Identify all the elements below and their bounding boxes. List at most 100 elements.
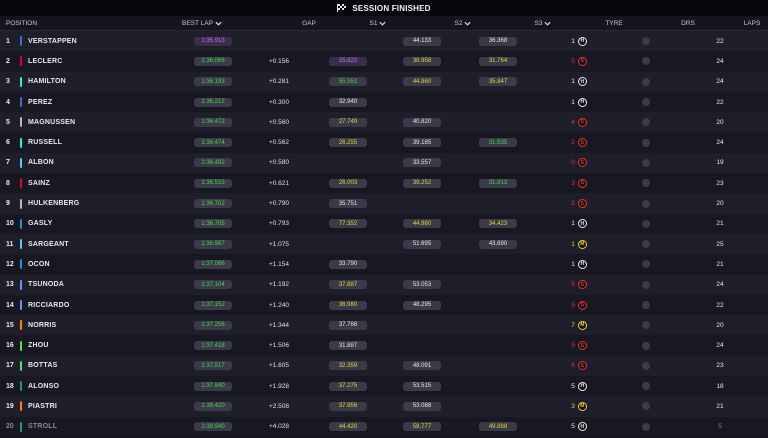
table-row[interactable]: 2 LECLERC 1:36.068 +0.156 25.822 38.958 31.764… xyxy=(0,51,768,72)
driver-name[interactable]: RUSSELL xyxy=(28,139,178,146)
driver-name[interactable]: ALBON xyxy=(28,159,178,166)
table-row[interactable]: 15 NORRIS 1:37.256 +1.344 37.768 7 M 20 xyxy=(0,315,768,336)
drs-indicator xyxy=(642,422,650,431)
header-position[interactable]: POSITION xyxy=(0,20,114,27)
driver-name[interactable]: BOTTAS xyxy=(28,362,178,369)
table-row[interactable]: 18 ALONSO 1:37.840 +1.928 37.275 53.515 5 H 18 xyxy=(0,376,768,397)
table-row[interactable]: 19 PIASTRI 1:38.420 +2.508 37.956 53.088 3 M 21 xyxy=(0,396,768,417)
sector-1-time: 26.003 xyxy=(329,178,367,188)
header-s2[interactable]: S2 xyxy=(428,20,498,27)
table-row[interactable]: 4 PEREZ 1:36.212 +0.300 32.940 1 H 22 xyxy=(0,91,768,113)
table-row[interactable]: 12 OCON 1:37.066 +1.154 33.790 1 H 21 xyxy=(0,254,768,275)
best-lap-time-cell: 1:37.256 xyxy=(178,320,248,330)
sector-1-time-cell xyxy=(310,161,386,164)
tyre-compound-icon: H xyxy=(577,36,587,46)
driver-name[interactable]: VERSTAPPEN xyxy=(28,38,178,45)
sector-2-time-cell: 48.295 xyxy=(386,300,458,310)
tyre-stint-count: 4 xyxy=(571,118,575,126)
driver-name[interactable]: ALONSO xyxy=(28,383,178,390)
table-row[interactable]: 9 HULKENBERG 1:36.702 +0.790 35.751 2 S 20 xyxy=(0,193,768,214)
header-s3[interactable]: S3 xyxy=(498,20,588,27)
best-lap-time: 1:36.212 xyxy=(194,97,232,107)
best-lap-time-cell: 1:36.533 xyxy=(178,178,248,188)
table-row[interactable]: 8 SAINZ 1:36.533 +0.621 26.003 39.252 31.813 3 S… xyxy=(0,173,768,194)
header-best-lap[interactable]: BEST LAP xyxy=(114,20,290,27)
drs-indicator xyxy=(642,341,650,350)
sector-2-time: 48.295 xyxy=(403,300,441,310)
driver-name[interactable]: LECLERC xyxy=(28,58,178,65)
table-row[interactable]: 14 RICCIARDO 1:37.152 +1.240 36.980 48.295 5 S 2… xyxy=(0,294,768,316)
tyre-compound-icon: H xyxy=(577,381,587,391)
best-lap-time-cell: 1:36.492 xyxy=(178,158,248,168)
best-lap-time-cell: 1:37.418 xyxy=(178,341,248,351)
laps-count: 23 xyxy=(716,179,724,187)
driver-name[interactable]: GASLY xyxy=(28,220,178,227)
table-row[interactable]: 5 MAGNUSSEN 1:36.472 +0.560 27.749 40.820 4 S 20 xyxy=(0,112,768,133)
best-lap-time-cell: 1:36.212 xyxy=(178,97,248,107)
header-tyre[interactable]: TYRE xyxy=(588,20,640,27)
driver-name[interactable]: PIASTRI xyxy=(28,403,178,410)
best-lap-time-cell: 1:37.152 xyxy=(178,300,248,310)
table-row[interactable]: 20 STROLL 1:39.940 +4.028 44.420 58.777 49.888… xyxy=(0,416,768,437)
drs-cell xyxy=(620,341,672,350)
drs-cell xyxy=(620,321,672,330)
checkered-flag-icon xyxy=(337,4,347,12)
tyre-info: 1H xyxy=(538,259,620,269)
tyre-info: 1H xyxy=(538,36,620,46)
driver-name[interactable]: TSUNODA xyxy=(28,281,178,288)
driver-name[interactable]: HULKENBERG xyxy=(28,200,178,207)
table-row[interactable]: 7 ALBON 1:36.492 +0.580 33.557 0 S 19 xyxy=(0,152,768,174)
driver-name[interactable]: PEREZ xyxy=(28,99,178,106)
driver-name[interactable]: OCON xyxy=(28,261,178,268)
tyre-stint-count: 1 xyxy=(571,220,575,228)
table-row[interactable]: 1 VERSTAPPEN 1:35.913 44.133 36.368 1 H 22 xyxy=(0,31,768,52)
tyre-info: 5S xyxy=(538,300,620,310)
header-laps[interactable]: LAPS xyxy=(736,20,768,27)
driver-name[interactable]: STROLL xyxy=(28,423,178,430)
laps-count: 22 xyxy=(716,301,724,309)
drs-cell xyxy=(620,361,672,370)
sector-3-time-cell xyxy=(458,364,538,367)
drs-indicator xyxy=(642,382,650,391)
table-row[interactable]: 6 RUSSELL 1:36.474 +0.562 26.255 39.185 31.535… xyxy=(0,132,768,153)
header-gap[interactable]: GAP xyxy=(290,20,328,27)
driver-name[interactable]: MAGNUSSEN xyxy=(28,119,178,126)
sector-3-time: 31.535 xyxy=(479,138,517,148)
laps-count: 21 xyxy=(716,260,724,268)
drs-cell xyxy=(620,199,672,208)
gap-value: +1.240 xyxy=(268,301,290,309)
header-drs[interactable]: DRS xyxy=(640,20,736,27)
gap-value: +0.156 xyxy=(268,57,290,65)
drs-indicator xyxy=(642,77,650,86)
header-s1[interactable]: S1 xyxy=(328,20,428,27)
drs-cell xyxy=(620,77,672,86)
best-lap-time-cell: 1:36.068 xyxy=(178,56,248,66)
drs-indicator xyxy=(642,158,650,167)
driver-name[interactable]: SARGEANT xyxy=(28,241,178,248)
driver-name[interactable]: HAMILTON xyxy=(28,78,178,85)
team-color-bar xyxy=(20,157,22,168)
table-row[interactable]: 16 ZHOU 1:37.418 +1.506 31.887 5 S 24 xyxy=(0,335,768,356)
sector-1-time-cell: 32.359 xyxy=(310,361,386,371)
driver-name[interactable]: SAINZ xyxy=(28,180,178,187)
table-row[interactable]: 3 HAMILTON 1:36.193 +0.281 55.951 44.860 35.84… xyxy=(0,71,768,92)
sector-1-time-cell: 25.822 xyxy=(310,56,386,66)
table-row[interactable]: 11 SARGEANT 1:36.987 +1.075 51.695 43.690 1 M 25 xyxy=(0,233,768,255)
drs-indicator xyxy=(642,98,650,107)
sector-2-time-cell: 53.088 xyxy=(386,401,458,411)
tyre-info: 1M xyxy=(538,239,620,249)
laps-count: 5 xyxy=(718,423,722,431)
table-row[interactable]: 17 BOTTAS 1:37.517 +1.605 32.359 48.091 6 S 23 xyxy=(0,355,768,377)
tyre-stint-count: 1 xyxy=(571,98,575,106)
team-color-bar xyxy=(20,421,22,432)
table-row[interactable]: 10 GASLY 1:36.705 +0.793 77.352 44.980 34.423 1… xyxy=(0,213,768,234)
laps-count: 18 xyxy=(716,382,724,390)
driver-name[interactable]: RICCIARDO xyxy=(28,302,178,309)
sector-2-time-cell: 44.980 xyxy=(386,219,458,229)
driver-name[interactable]: ZHOU xyxy=(28,342,178,349)
tyre-compound-icon: S xyxy=(577,361,587,371)
drs-indicator xyxy=(642,37,650,46)
best-lap-time-cell: 1:39.940 xyxy=(178,422,248,432)
table-row[interactable]: 13 TSUNODA 1:37.104 +1.192 37.887 53.053 5 S 24 xyxy=(0,274,768,295)
driver-name[interactable]: NORRIS xyxy=(28,322,178,329)
